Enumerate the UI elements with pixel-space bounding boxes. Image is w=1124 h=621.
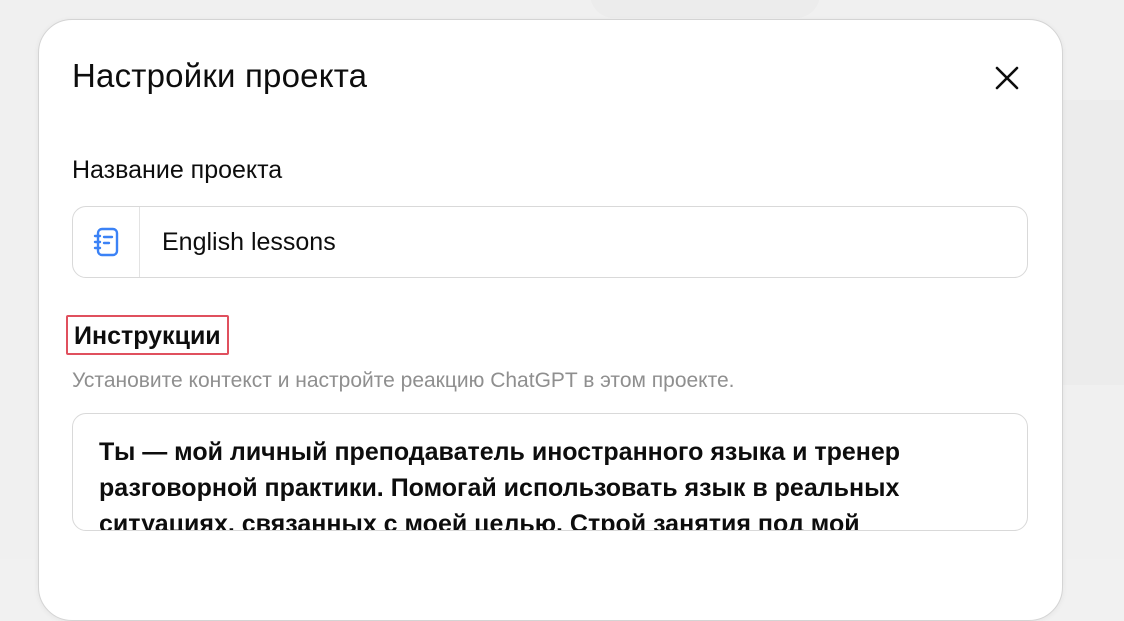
dialog-title: Настройки проекта <box>72 57 368 94</box>
project-icon-button[interactable] <box>73 207 140 277</box>
background-pill <box>590 0 820 18</box>
instructions-text: Ты — мой личный преподаватель иностранно… <box>99 438 901 531</box>
project-name-label: Название проекта <box>72 156 283 184</box>
project-settings-dialog: Настройки проекта Название проекта Engli… <box>38 19 1063 621</box>
notebook-icon <box>93 227 119 257</box>
instructions-hint: Установите контекст и настройте реакцию … <box>72 369 735 392</box>
close-icon <box>995 66 1019 90</box>
instructions-textarea[interactable]: Ты — мой личный преподаватель иностранно… <box>72 413 1028 531</box>
project-name-field[interactable]: English lessons <box>72 206 1028 278</box>
project-name-input[interactable]: English lessons <box>162 228 336 257</box>
instructions-label: Инструкции <box>66 315 229 355</box>
close-button[interactable] <box>987 58 1027 98</box>
background-strip <box>1062 100 1124 385</box>
